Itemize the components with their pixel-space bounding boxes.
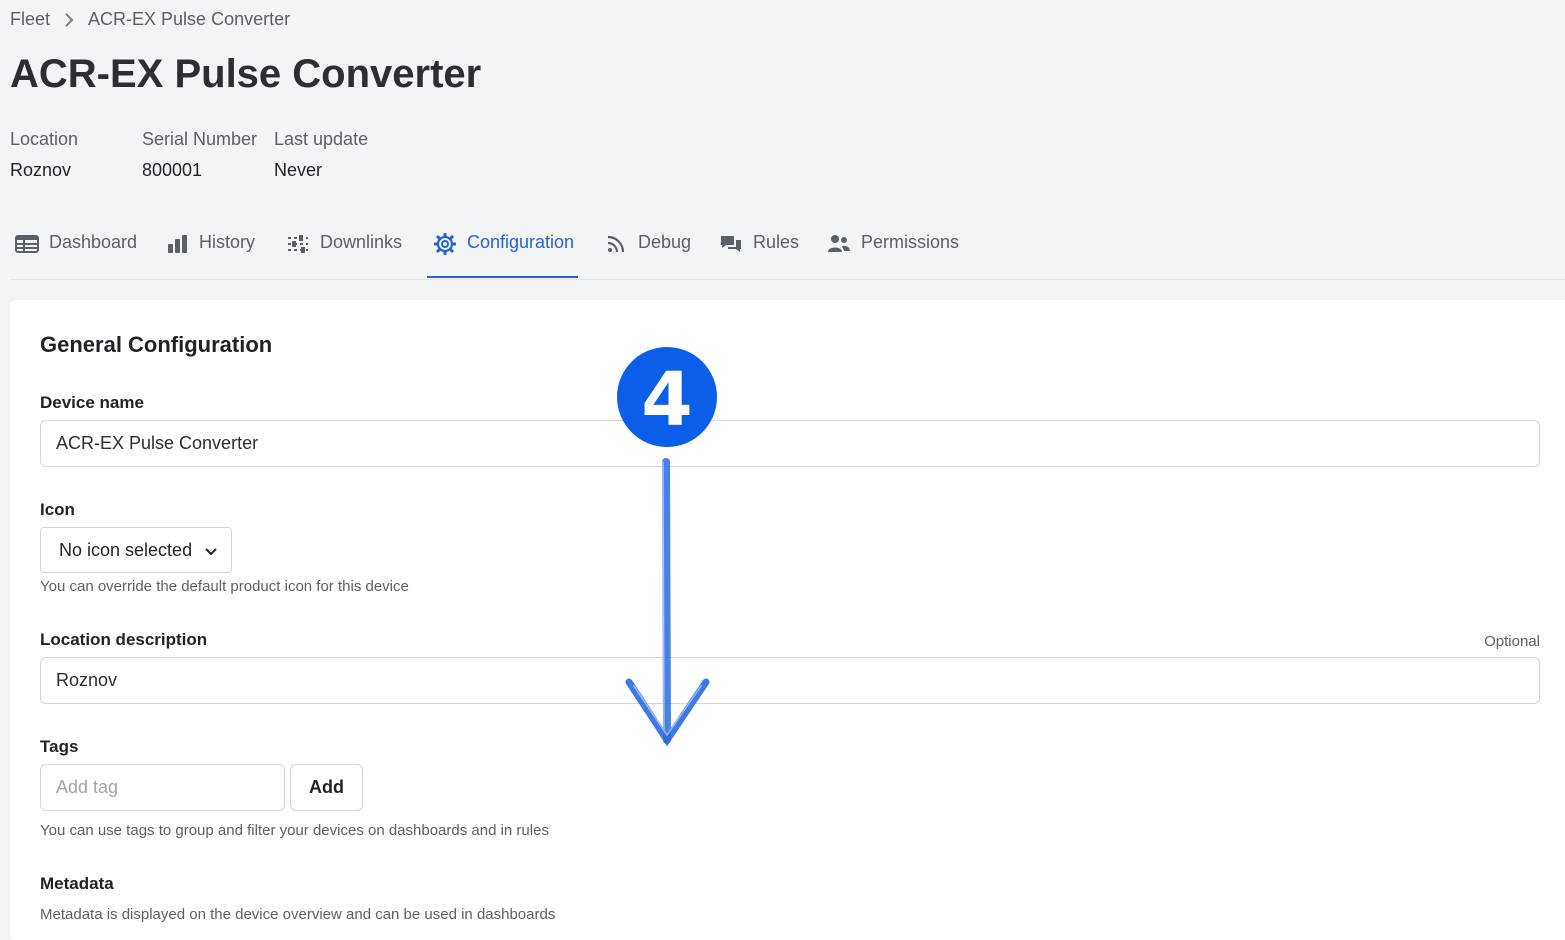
tab-downlinks-label: Downlinks — [320, 232, 403, 252]
tab-history-label: History — [199, 232, 256, 252]
tab-rules[interactable]: Rules — [719, 222, 799, 278]
tags-label: Tags — [40, 737, 79, 756]
icon-select-value: No icon selected — [59, 539, 193, 560]
icon-label: Icon — [40, 500, 75, 519]
chevron-right-icon — [62, 12, 76, 27]
meta-location-label: Location — [10, 129, 79, 149]
breadcrumb: Fleet ACR-EX Pulse Converter — [10, 9, 290, 30]
tab-history[interactable]: History — [165, 222, 255, 278]
card-title: General Configuration — [40, 332, 273, 357]
tab-downlinks[interactable]: Downlinks — [286, 222, 402, 278]
location-description-label: Location description — [40, 630, 208, 649]
metadata-label: Metadata — [40, 874, 114, 893]
meta-location-value: Roznov — [10, 160, 72, 180]
meta-serial: Serial Number 800001 — [142, 129, 274, 181]
tab-debug[interactable]: Debug — [604, 222, 691, 278]
breadcrumb-fleet-link[interactable]: Fleet — [10, 9, 50, 30]
metadata-hint: Metadata is displayed on the device over… — [40, 906, 556, 923]
icon-hint: You can override the default product ico… — [40, 578, 409, 595]
icon-select[interactable]: No icon selected — [40, 527, 232, 573]
tab-rules-label: Rules — [753, 232, 800, 252]
breadcrumb-current: ACR-EX Pulse Converter — [88, 9, 291, 29]
meta-update-label: Last update — [274, 129, 369, 149]
comments-icon — [719, 232, 743, 256]
meta-last-update: Last update Never — [274, 129, 368, 181]
meta-update-value: Never — [274, 160, 323, 180]
bar-chart-icon — [165, 232, 189, 256]
chevron-down-icon — [205, 540, 217, 561]
general-configuration-card: General Configuration Device name ACR-EX… — [10, 300, 1565, 940]
tags-hint: You can use tags to group and filter you… — [40, 822, 549, 839]
tab-debug-label: Debug — [638, 232, 692, 252]
add-tag-button[interactable]: Add — [290, 764, 363, 811]
meta-serial-label: Serial Number — [142, 129, 258, 149]
meta-location: Location Roznov — [10, 129, 142, 181]
tab-permissions[interactable]: Permissions — [827, 222, 959, 278]
tab-dashboard[interactable]: Dashboard — [15, 222, 137, 278]
device-name-value: ACR-EX Pulse Converter — [56, 433, 259, 453]
meta-serial-value: 800001 — [142, 160, 203, 180]
optional-badge: Optional — [1484, 633, 1540, 650]
gear-icon — [433, 232, 457, 256]
tab-configuration-label: Configuration — [467, 232, 575, 252]
location-description-value: Roznov — [56, 670, 118, 690]
device-name-input[interactable]: ACR-EX Pulse Converter — [40, 420, 1540, 467]
sliders-icon — [286, 232, 310, 256]
device-meta: Location Roznov Serial Number 800001 Las… — [10, 129, 368, 181]
table-icon — [15, 232, 39, 256]
users-icon — [827, 232, 851, 256]
location-description-input[interactable]: Roznov — [40, 657, 1540, 704]
tab-permissions-label: Permissions — [861, 232, 960, 252]
add-tag-input[interactable] — [40, 764, 285, 811]
tab-bar: Dashboard History Downlinks Configuratio… — [10, 222, 1565, 280]
rss-icon — [604, 232, 628, 256]
page-title: ACR-EX Pulse Converter — [10, 52, 482, 96]
device-name-label: Device name — [40, 393, 144, 412]
tab-dashboard-label: Dashboard — [49, 232, 138, 252]
tab-configuration[interactable]: Configuration — [427, 222, 578, 278]
